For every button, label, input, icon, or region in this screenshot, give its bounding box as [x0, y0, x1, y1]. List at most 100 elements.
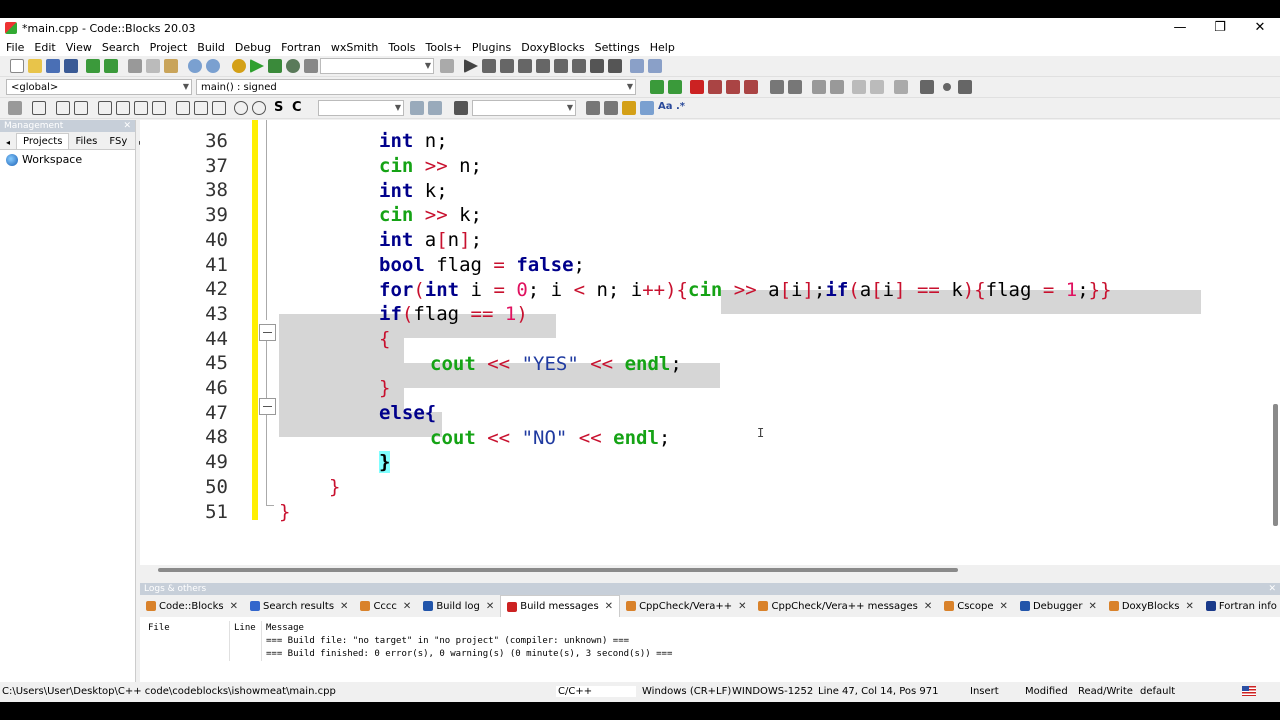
debug-continue-icon[interactable] [464, 59, 478, 73]
find-icon[interactable] [188, 59, 202, 73]
nav-back-icon[interactable] [586, 101, 600, 115]
log-tab[interactable]: Cccc ✕ [354, 595, 417, 617]
close-tab-icon[interactable]: ✕ [1088, 601, 1096, 612]
menu-tools[interactable]: Tools [388, 41, 415, 54]
close-tab-icon[interactable]: ✕ [924, 601, 932, 612]
replace-icon[interactable] [206, 59, 220, 73]
menu-tools-plus[interactable]: Tools+ [426, 41, 462, 54]
find-options-icon[interactable] [428, 101, 442, 115]
frame-icon[interactable] [32, 101, 46, 115]
fold-toggle-if[interactable] [259, 324, 276, 341]
step-instruction-icon[interactable] [572, 59, 586, 73]
close-tab-icon[interactable]: ✕ [1185, 601, 1193, 612]
comment-icon[interactable] [770, 80, 784, 94]
horizontal-scrollbar[interactable] [140, 565, 1280, 577]
target-dialog-icon[interactable] [440, 59, 454, 73]
cut-icon[interactable] [128, 59, 142, 73]
fold-toggle-else[interactable] [259, 398, 276, 415]
log-tab[interactable]: Code::Blocks ✕ [140, 595, 244, 617]
log-tab[interactable]: CppCheck/Vera++ messages ✕ [752, 595, 938, 617]
code-area[interactable]: int n; cin >> n; int k; cin >> k; int a[… [279, 120, 1280, 565]
block2-icon[interactable] [74, 101, 88, 115]
redo-icon[interactable] [104, 59, 118, 73]
clear-search-icon[interactable] [454, 101, 468, 115]
build-target-select[interactable]: ▼ [320, 58, 434, 74]
close-tab-icon[interactable]: ✕ [340, 601, 348, 612]
code-editor[interactable]: 36 37 38 39 40 41 42 43 44 45 46 47 48 49 50 51 int n; … [140, 120, 1280, 565]
next-line-icon[interactable] [500, 59, 514, 73]
align2-icon[interactable] [116, 101, 130, 115]
zoom-out-icon[interactable] [252, 101, 266, 115]
scope-select[interactable]: <global> ▼ [6, 79, 192, 95]
log-tab[interactable]: Cscope ✕ [938, 595, 1014, 617]
menu-view[interactable]: View [66, 41, 92, 54]
align-icon[interactable] [98, 101, 112, 115]
highlight-icon[interactable] [622, 101, 636, 115]
build-icon[interactable] [232, 59, 246, 73]
menu-search[interactable]: Search [102, 41, 140, 54]
doxy-comment-icon[interactable] [812, 80, 826, 94]
menu-settings[interactable]: Settings [595, 41, 640, 54]
menu-fortran[interactable]: Fortran [281, 41, 321, 54]
save-icon[interactable] [46, 59, 60, 73]
table-row[interactable]: === Build file: "no target" in "no proje… [144, 635, 684, 648]
pause-icon[interactable] [590, 59, 604, 73]
close-tab-icon[interactable]: ✕ [230, 601, 238, 612]
debug-info-icon[interactable] [648, 59, 662, 73]
open-icon[interactable] [28, 59, 42, 73]
run-icon[interactable] [250, 59, 264, 73]
save-all-icon[interactable] [64, 59, 78, 73]
shape-icon[interactable] [176, 101, 190, 115]
column-line[interactable]: Line [230, 621, 262, 635]
new-file-icon[interactable] [10, 59, 24, 73]
match-case-icon[interactable]: Aa [658, 101, 673, 115]
uncomment-icon[interactable] [788, 80, 802, 94]
tab-fsymbols[interactable]: FSy [103, 134, 133, 149]
close-tab-icon[interactable]: ✕ [1000, 601, 1008, 612]
tab-projects[interactable]: Projects [16, 133, 70, 149]
search-combo[interactable]: ▼ [318, 100, 404, 116]
undo-icon[interactable] [86, 59, 100, 73]
copy-icon[interactable] [146, 59, 160, 73]
shape2-icon[interactable] [194, 101, 208, 115]
menu-wxsmith[interactable]: wxSmith [331, 41, 379, 54]
menu-debug[interactable]: Debug [235, 41, 271, 54]
symbol-combo[interactable]: ▼ [472, 100, 576, 116]
restore-button[interactable]: ❐ [1200, 18, 1240, 38]
s-icon[interactable]: S [274, 101, 288, 115]
log-tab[interactable]: Search results ✕ [244, 595, 354, 617]
block-icon[interactable] [56, 101, 70, 115]
shape3-icon[interactable] [212, 101, 226, 115]
select-pointer-icon[interactable] [8, 101, 22, 115]
abort-icon[interactable] [304, 59, 318, 73]
nav-forward-icon[interactable] [604, 101, 618, 115]
close-tab-icon[interactable]: ✕ [486, 601, 494, 612]
regex-icon[interactable]: .* [676, 101, 690, 115]
jump-forward-icon[interactable] [668, 80, 682, 94]
log-tab[interactable]: CppCheck/Vera++ ✕ [620, 595, 752, 617]
next-instruction-icon[interactable] [554, 59, 568, 73]
bookmark-clear-icon[interactable] [744, 80, 758, 94]
align3-icon[interactable] [134, 101, 148, 115]
menu-build[interactable]: Build [197, 41, 225, 54]
minimize-button[interactable]: — [1160, 18, 1200, 38]
step-into-icon[interactable] [518, 59, 532, 73]
table-row[interactable]: === Build finished: 0 error(s), 0 warnin… [144, 648, 684, 661]
jump-back-icon[interactable] [650, 80, 664, 94]
next-change-icon[interactable] [958, 80, 972, 94]
find-next-icon[interactable] [410, 101, 424, 115]
menu-plugins[interactable]: Plugins [472, 41, 511, 54]
logs-close-icon[interactable]: ✕ [1268, 583, 1276, 595]
rebuild-icon[interactable] [286, 59, 300, 73]
build-run-icon[interactable] [268, 59, 282, 73]
run-to-cursor-icon[interactable] [482, 59, 496, 73]
management-close-icon[interactable]: ✕ [123, 120, 131, 132]
bookmark-toggle-icon[interactable] [690, 80, 704, 94]
column-file[interactable]: File [144, 621, 230, 635]
doxywizard-icon[interactable] [852, 80, 866, 94]
menu-file[interactable]: File [6, 41, 24, 54]
tab-scroll-left-icon[interactable]: ◂ [0, 136, 16, 149]
align4-icon[interactable] [152, 101, 166, 115]
log-tab[interactable]: Build messages ✕ [500, 595, 621, 617]
prev-change-icon[interactable] [920, 80, 934, 94]
